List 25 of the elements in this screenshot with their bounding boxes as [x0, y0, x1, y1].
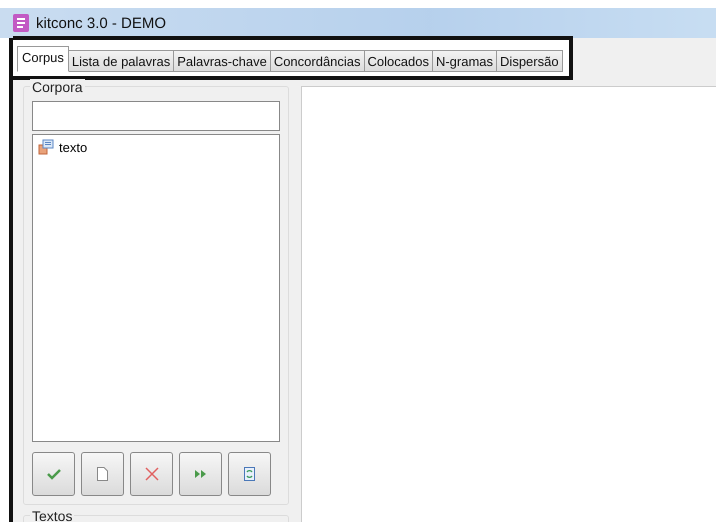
corpus-list[interactable]: texto: [32, 134, 280, 442]
tab[interactable]: Colocados: [364, 50, 433, 72]
corpus-icon: [38, 139, 54, 155]
refresh-document-icon: [244, 467, 255, 481]
tab[interactable]: Lista de palavras: [68, 50, 174, 72]
tab[interactable]: Concordâncias: [270, 50, 365, 72]
group-title: Textos: [30, 508, 74, 522]
toolbar-button[interactable]: [228, 452, 271, 496]
input-field[interactable]: [32, 101, 280, 131]
list-item[interactable]: texto: [59, 140, 88, 154]
document-icon: [97, 467, 108, 481]
double-arrow-icon: [194, 470, 206, 478]
toolbar-button[interactable]: [179, 452, 222, 496]
tab[interactable]: Dispersão: [497, 50, 563, 72]
close-icon: [144, 467, 158, 481]
toolbar-button[interactable]: [32, 452, 75, 496]
window-title: kitconc 3.0 - DEMO: [36, 14, 166, 32]
tab[interactable]: Corpus: [17, 46, 69, 72]
group-title: Corpora: [30, 79, 85, 95]
tab[interactable]: Palavras-chave: [174, 50, 271, 72]
app-icon: [13, 14, 29, 32]
toolbar-button[interactable]: [81, 452, 124, 496]
toolbar-button[interactable]: [130, 452, 173, 496]
tab[interactable]: N-gramas: [432, 50, 498, 72]
check-icon: [46, 468, 60, 480]
